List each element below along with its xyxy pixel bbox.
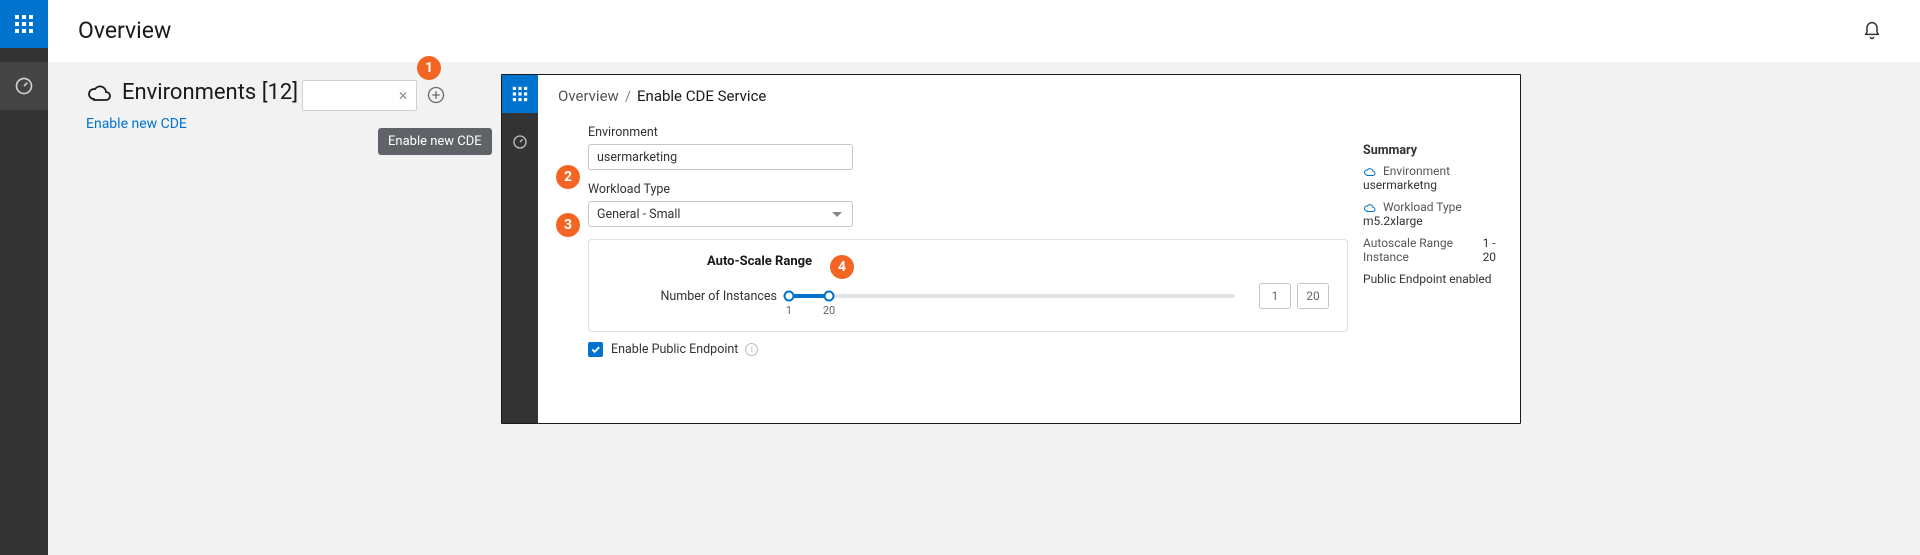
environment-input[interactable]: usermarketing <box>588 144 853 170</box>
callout-marker-3: 3 <box>556 213 580 237</box>
summary-endpoint: Public Endpoint enabled <box>1363 272 1508 286</box>
cloud-icon <box>86 83 112 103</box>
environments-heading: Environments [12] <box>86 80 298 105</box>
summary-environment: Environment usermarketng <box>1363 164 1508 192</box>
inner-left-rail <box>502 75 538 423</box>
summary-autoscale: Autoscale Range Instance 1 - 20 <box>1363 236 1508 264</box>
content-area: Environments [12] Enable new CDE ✕ Enabl… <box>48 62 1920 555</box>
environments-search-input[interactable]: ✕ <box>302 80 417 111</box>
summary-workload: Workload Type m5.2xlarge <box>1363 200 1508 228</box>
slider-min-handle[interactable] <box>784 291 795 302</box>
enable-cde-preview-panel: Overview / Enable CDE Service Environmen… <box>501 74 1521 424</box>
add-environment-tooltip: Enable new CDE <box>378 128 492 155</box>
breadcrumb-separator: / <box>625 87 631 105</box>
apps-launcher-button[interactable] <box>0 0 48 48</box>
slider-min-tick: 1 <box>786 304 792 317</box>
environments-title: Environments [12] <box>122 80 298 105</box>
workload-type-select[interactable]: General - Small <box>588 201 853 227</box>
enable-new-cde-link[interactable]: Enable new CDE <box>86 116 187 132</box>
page-header: Overview <box>48 0 1920 62</box>
public-endpoint-checkbox[interactable] <box>588 342 603 357</box>
check-icon <box>590 344 601 355</box>
instances-min-input[interactable]: 1 <box>1259 283 1291 309</box>
gauge-icon <box>512 134 528 150</box>
environment-input-value: usermarketing <box>597 150 677 165</box>
environment-label: Environment <box>588 125 1350 140</box>
workload-type-value: General - Small <box>597 207 680 222</box>
instances-slider[interactable]: 1 20 <box>787 294 1235 298</box>
instances-max-input[interactable]: 20 <box>1297 283 1329 309</box>
cloud-outline-icon <box>1363 203 1376 213</box>
breadcrumb-current: Enable CDE Service <box>637 87 766 105</box>
autoscale-card: Auto-Scale Range Number of Instances 1 2… <box>588 239 1348 332</box>
plus-circle-icon <box>427 86 445 104</box>
summary-panel: Summary Environment usermarketng Workloa… <box>1363 143 1508 294</box>
apps-grid-icon <box>14 14 34 34</box>
info-icon[interactable]: i <box>745 343 758 356</box>
page-title: Overview <box>78 17 171 44</box>
inner-overview-nav-item[interactable] <box>502 123 538 161</box>
breadcrumb-root[interactable]: Overview <box>558 87 619 105</box>
callout-marker-4: 4 <box>830 255 854 279</box>
summary-heading: Summary <box>1363 143 1508 158</box>
slider-max-handle[interactable] <box>824 291 835 302</box>
breadcrumb: Overview / Enable CDE Service <box>558 75 1520 117</box>
workload-type-label: Workload Type <box>588 182 1350 197</box>
left-rail <box>0 0 48 555</box>
clear-search-icon[interactable]: ✕ <box>398 89 408 103</box>
instances-label: Number of Instances <box>607 289 787 304</box>
apps-grid-icon <box>512 86 528 102</box>
overview-nav-item[interactable] <box>0 62 48 110</box>
autoscale-title: Auto-Scale Range <box>707 254 1329 269</box>
bell-icon <box>1862 21 1882 41</box>
public-endpoint-label: Enable Public Endpoint <box>611 342 738 357</box>
gauge-icon <box>14 76 34 96</box>
callout-marker-1: 1 <box>417 56 441 80</box>
public-endpoint-checkbox-row: Enable Public Endpoint i <box>588 342 1350 357</box>
cloud-outline-icon <box>1363 167 1376 177</box>
inner-apps-launcher-button[interactable] <box>502 75 538 113</box>
cde-form: Environment usermarketing Workload Type … <box>558 125 1350 357</box>
add-environment-button[interactable] <box>425 84 447 106</box>
callout-marker-2: 2 <box>556 165 580 189</box>
notifications-button[interactable] <box>1854 13 1890 49</box>
slider-max-tick: 20 <box>823 304 835 317</box>
